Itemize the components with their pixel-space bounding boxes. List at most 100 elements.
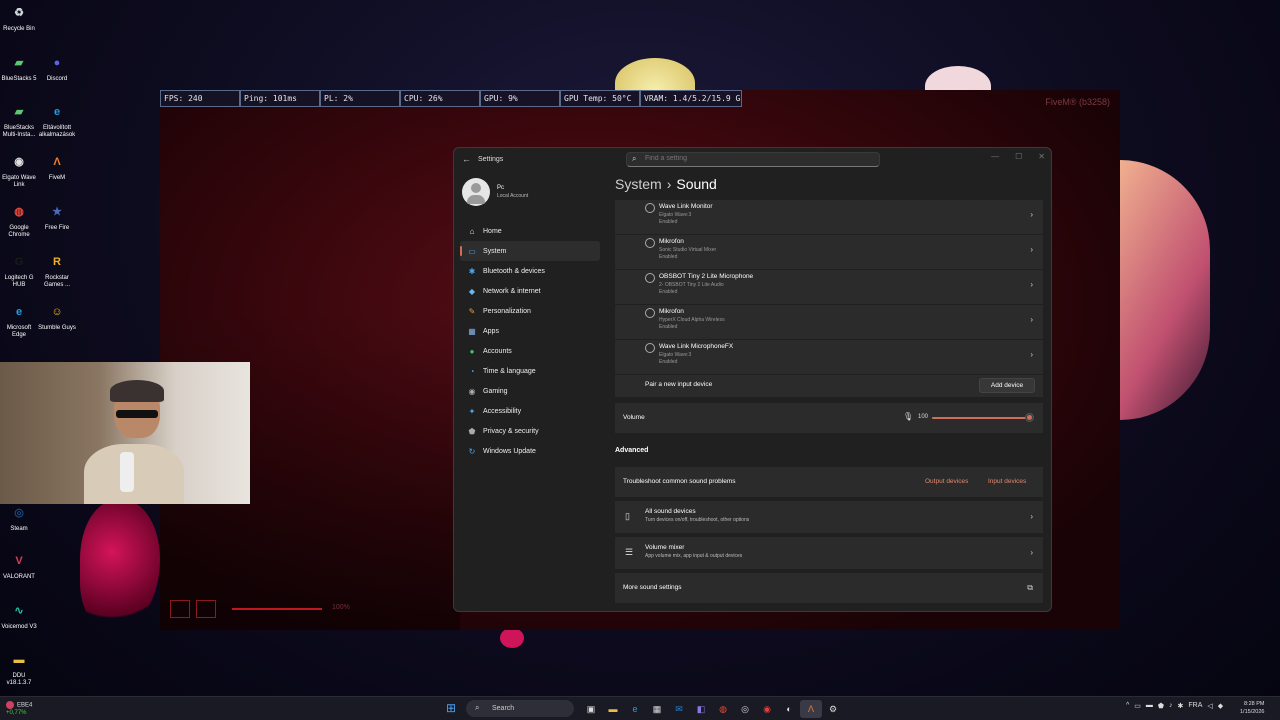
nav-item-accounts[interactable]: ● Accounts — [460, 341, 600, 361]
nav-item-privacy-security[interactable]: ⬟ Privacy & security — [460, 421, 600, 441]
file-explorer-icon[interactable]: ▬ — [602, 700, 624, 718]
desktop-shortcut[interactable]: ◍ Google Chrome — [0, 201, 38, 239]
language-label[interactable]: FRA — [1188, 702, 1202, 710]
desktop-shortcut[interactable]: ● Discord — [38, 52, 76, 83]
webcam-overlay — [0, 362, 250, 504]
input-device-row[interactable]: Mikrofon Sonic Studio Virtual Mixer Enable… — [615, 235, 1043, 270]
obs-icon[interactable]: ◉ — [756, 700, 778, 718]
chevron-up-icon[interactable]: ^ — [1126, 702, 1129, 710]
desktop-shortcut[interactable]: G Logitech G HUB — [0, 251, 38, 289]
nav-item-network-internet[interactable]: ◆ Network & internet — [460, 281, 600, 301]
desktop-shortcut[interactable]: Λ FiveM — [38, 151, 76, 182]
desktop-shortcut[interactable]: ◎ Steam — [0, 502, 38, 533]
input-device-row[interactable]: OBSBOT Tiny 2 Lite Microphone 2- OBSBOT T… — [615, 270, 1043, 305]
device-radio[interactable] — [645, 343, 655, 353]
steam-icon[interactable]: ◎ — [734, 700, 756, 718]
input-devices-link[interactable]: Input devices — [988, 478, 1026, 485]
media-icon[interactable]: ◐ — [778, 700, 800, 718]
volume-mixer-row[interactable]: ☰ Volume mixer App volume mix, app input… — [615, 537, 1043, 569]
clock[interactable]: 8:28 PM 1/15/2026 — [1240, 700, 1264, 716]
desktop-shortcut[interactable]: ∿ Voicemod V3 — [0, 600, 38, 631]
input-device-row[interactable]: Wave Link MicrophoneFX Elgato Wave:3 Enabl… — [615, 340, 1043, 375]
desktop-shortcut[interactable]: ♻ Recycle Bin — [0, 2, 38, 33]
add-device-button[interactable]: Add device — [979, 378, 1035, 393]
network-icon[interactable]: ▭ — [1134, 702, 1141, 710]
external-link-icon: ⧉ — [1027, 583, 1033, 592]
desktop-shortcut[interactable]: ☺ Stumble Guys — [38, 301, 76, 332]
mixer-icon: ☰ — [625, 547, 634, 557]
desktop-shortcut[interactable]: ▰ BlueStacks 5 — [0, 52, 38, 83]
nav-item-label: Privacy & security — [483, 427, 539, 435]
desktop-shortcut[interactable]: e Microsoft Edge — [0, 301, 38, 339]
all-sound-devices-row[interactable]: ▯ All sound devices Turn devices on/off,… — [615, 501, 1043, 533]
nav-item-personalization[interactable]: ✎ Personalization — [460, 301, 600, 321]
nav-item-label: Gaming — [483, 387, 508, 395]
teams-icon[interactable]: ◧ — [690, 700, 712, 718]
stat-fps: FPS: 240 — [160, 90, 240, 107]
chrome-icon[interactable]: ◍ — [712, 700, 734, 718]
stock-widget[interactable]: EBE4 +0,77% — [6, 701, 32, 717]
nav-item-accessibility[interactable]: ✦ Accessibility — [460, 401, 600, 421]
close-icon[interactable]: ✕ — [1038, 152, 1045, 161]
desktop-shortcut[interactable]: ★ Free Fire — [38, 201, 76, 232]
device-status: Enabled — [659, 219, 678, 225]
hud-slot — [170, 600, 190, 618]
microphone — [120, 452, 134, 492]
microphone-icon[interactable]: 🎙︎ — [903, 412, 913, 421]
fivem-icon[interactable]: Λ — [800, 700, 822, 718]
microphone-icon[interactable]: ♪ — [1169, 702, 1173, 710]
desktop-shortcut[interactable]: V VALORANT — [0, 550, 38, 581]
settings-nav: ⌂ Home ▭ System ✱ Bluetooth & devices ◆ Network… — [460, 221, 600, 461]
desktop-shortcut[interactable]: ▰ BlueStacks Multi-Insta... — [0, 101, 38, 139]
device-status: Enabled — [659, 289, 678, 295]
bluetooth-icon[interactable]: ✱ — [1178, 702, 1184, 710]
search-input[interactable] — [645, 155, 865, 162]
outlook-icon[interactable]: ✉ — [668, 700, 690, 718]
desktop-shortcut[interactable]: R Rockstar Games ... — [38, 251, 76, 289]
back-arrow-icon[interactable]: ← — [462, 154, 471, 164]
user-profile[interactable]: Pc Local Account — [462, 178, 592, 206]
maximize-icon[interactable]: ☐ — [1015, 152, 1022, 161]
volume-slider-thumb[interactable] — [1025, 413, 1034, 422]
folder-icon[interactable]: ▬ — [1146, 702, 1153, 710]
nav-item-system[interactable]: ▭ System — [460, 241, 600, 261]
search-box[interactable]: ⌕ — [626, 152, 880, 167]
volume-value: 100 — [918, 414, 929, 420]
scrollbar[interactable] — [1051, 378, 1052, 518]
desktop-shortcut-label: VALORANT — [3, 574, 35, 580]
device-name: Wave Link MicrophoneFX — [659, 343, 734, 350]
task-view-icon[interactable]: ▣ — [580, 700, 602, 718]
windows-start-icon[interactable]: ⊞ — [446, 702, 458, 714]
nav-item-label: Accessibility — [483, 407, 522, 415]
desktop-shortcut-label: Stumble Guys — [38, 325, 76, 331]
taskbar-search[interactable]: ⌕ Search — [466, 700, 574, 717]
store-icon[interactable]: ▦ — [646, 700, 668, 718]
nav-item-gaming[interactable]: ◉ Gaming — [460, 381, 600, 401]
input-device-row[interactable]: Wave Link Monitor Elgato Wave:3 Enabled › — [615, 200, 1043, 235]
desktop-shortcut[interactable]: ▬ DDU v18.1.3.7 — [0, 649, 38, 687]
nav-item-windows-update[interactable]: ↻ Windows Update — [460, 441, 600, 461]
wifi-icon[interactable]: ◆ — [1218, 702, 1223, 710]
settings-icon[interactable]: ⚙ — [822, 700, 844, 718]
nav-item-apps[interactable]: ▦ Apps — [460, 321, 600, 341]
nav-item-bluetooth-devices[interactable]: ✱ Bluetooth & devices — [460, 261, 600, 281]
device-radio[interactable] — [645, 308, 655, 318]
input-device-row[interactable]: Mikrofon HyperX Cloud Alpha Wireless Enabl… — [615, 305, 1043, 340]
shield-icon[interactable]: ⬟ — [1158, 702, 1164, 710]
nav-item-home[interactable]: ⌂ Home — [460, 221, 600, 241]
chevron-right-icon: › — [1030, 548, 1033, 557]
edge-icon[interactable]: e — [624, 700, 646, 718]
desktop-shortcut[interactable]: e Eltávolított alkalmazások — [38, 101, 76, 139]
output-devices-link[interactable]: Output devices — [925, 478, 968, 485]
desktop-shortcut[interactable]: ◉ Elgato Wave Link — [0, 151, 38, 189]
device-radio[interactable] — [645, 273, 655, 283]
more-sound-settings-row[interactable]: More sound settings ⧉ — [615, 573, 1043, 603]
troubleshoot-label: Troubleshoot common sound problems — [623, 478, 736, 485]
breadcrumb-parent[interactable]: System — [615, 176, 662, 192]
minimize-icon[interactable]: — — [991, 152, 999, 161]
volume-slider[interactable] — [932, 413, 1034, 422]
volume-icon[interactable]: ◁ — [1207, 702, 1212, 710]
device-radio[interactable] — [645, 238, 655, 248]
nav-item-time-language[interactable]: ◔ Time & language — [460, 361, 600, 381]
device-radio[interactable] — [645, 203, 655, 213]
